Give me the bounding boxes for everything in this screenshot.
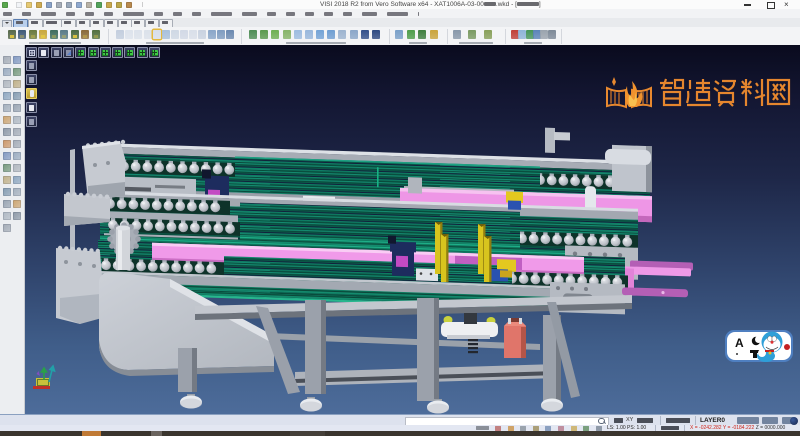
svg-text:A: A [735, 336, 744, 350]
